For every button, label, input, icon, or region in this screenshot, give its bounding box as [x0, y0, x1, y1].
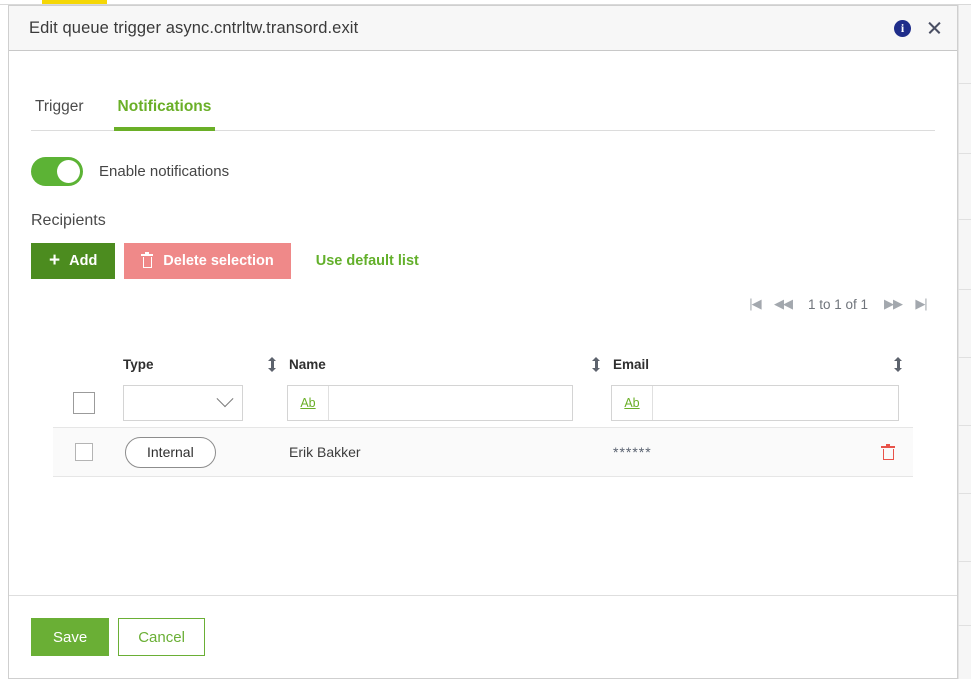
sort-icon-type[interactable]	[268, 356, 277, 372]
filter-type-cell	[121, 385, 287, 421]
status-badge: Internal	[125, 436, 216, 468]
table-row[interactable]: Internal Erik Bakker ******	[53, 427, 913, 477]
previous-page-icon[interactable]: ◀◀	[769, 293, 797, 315]
recipients-table: Type Name Email Ab Ab Internal Erik Bakk…	[31, 349, 935, 477]
background-right-panel	[958, 5, 971, 679]
dialog-title: Edit queue trigger async.cntrltw.transor…	[29, 18, 359, 37]
tab-trigger[interactable]: Trigger	[31, 98, 88, 130]
plus-icon: +	[49, 250, 61, 271]
table-header-row: Type Name Email	[53, 349, 913, 379]
cancel-button[interactable]: Cancel	[118, 618, 205, 656]
tab-bar: Trigger Notifications	[31, 51, 935, 131]
last-page-icon[interactable]: ▶|	[907, 293, 935, 315]
table-header-type-label: Type	[123, 356, 154, 372]
sort-icon-name[interactable]	[592, 356, 601, 372]
close-icon[interactable]	[925, 19, 943, 37]
dialog-body: Trigger Notifications Enable notificatio…	[9, 51, 957, 595]
dialog-footer: Save Cancel	[9, 595, 957, 678]
table-header-name-label: Name	[289, 356, 326, 372]
enable-notifications-label: Enable notifications	[99, 163, 230, 180]
use-default-list-link[interactable]: Use default list	[316, 253, 419, 269]
next-page-icon[interactable]: ▶▶	[879, 293, 907, 315]
trash-icon	[141, 252, 154, 268]
table-header-type: Type	[121, 356, 287, 372]
row-select-cell	[53, 443, 121, 461]
add-recipient-button[interactable]: + Add	[31, 243, 116, 279]
dialog-header: Edit queue trigger async.cntrltw.transor…	[9, 6, 957, 51]
row-name-value: Erik Bakker	[289, 444, 361, 460]
filter-email-cell: Ab	[611, 385, 913, 421]
sort-icon-email[interactable]	[894, 356, 903, 372]
enable-notifications-row: Enable notifications	[31, 157, 957, 186]
table-filter-row: Ab Ab	[53, 379, 913, 427]
delete-selection-label: Delete selection	[163, 253, 274, 269]
row-delete-icon[interactable]	[881, 444, 895, 460]
row-email-cell: ******	[611, 444, 913, 460]
table-header-name: Name	[287, 356, 611, 372]
filter-select-all-cell	[53, 392, 121, 414]
delete-selection-button[interactable]: Delete selection	[124, 243, 291, 279]
dialog-header-actions: i	[894, 19, 943, 37]
row-checkbox[interactable]	[75, 443, 93, 461]
toggle-knob	[57, 160, 80, 183]
email-filter: Ab	[611, 385, 899, 421]
email-filter-input[interactable]	[653, 386, 898, 420]
filter-name-cell: Ab	[287, 385, 611, 421]
type-filter-select[interactable]	[123, 385, 243, 421]
recipients-toolbar: + Add Delete selection Use default list	[31, 243, 957, 279]
email-filter-mode-icon[interactable]: Ab	[612, 386, 653, 420]
first-page-icon[interactable]: |◀	[741, 293, 769, 315]
name-filter: Ab	[287, 385, 573, 421]
name-filter-input[interactable]	[329, 386, 572, 420]
pagination-controls: |◀ ◀◀ 1 to 1 of 1 ▶▶ ▶|	[741, 293, 935, 315]
enable-notifications-toggle[interactable]	[31, 157, 83, 186]
info-icon[interactable]: i	[894, 19, 911, 37]
table-header-email-label: Email	[613, 356, 650, 372]
edit-queue-trigger-dialog: Edit queue trigger async.cntrltw.transor…	[8, 5, 958, 679]
select-all-checkbox[interactable]	[73, 392, 95, 414]
table-header-email: Email	[611, 356, 913, 372]
row-name-cell: Erik Bakker	[287, 444, 611, 460]
chevron-down-icon	[216, 390, 234, 408]
save-button[interactable]: Save	[31, 618, 110, 656]
row-type-cell: Internal	[121, 436, 287, 468]
row-email-value: ******	[613, 444, 652, 460]
name-filter-mode-icon[interactable]: Ab	[288, 386, 329, 420]
recipients-heading: Recipients	[31, 212, 106, 229]
add-button-label: Add	[69, 253, 98, 269]
pagination-label: 1 to 1 of 1	[807, 296, 868, 312]
tab-notifications[interactable]: Notifications	[113, 98, 216, 131]
